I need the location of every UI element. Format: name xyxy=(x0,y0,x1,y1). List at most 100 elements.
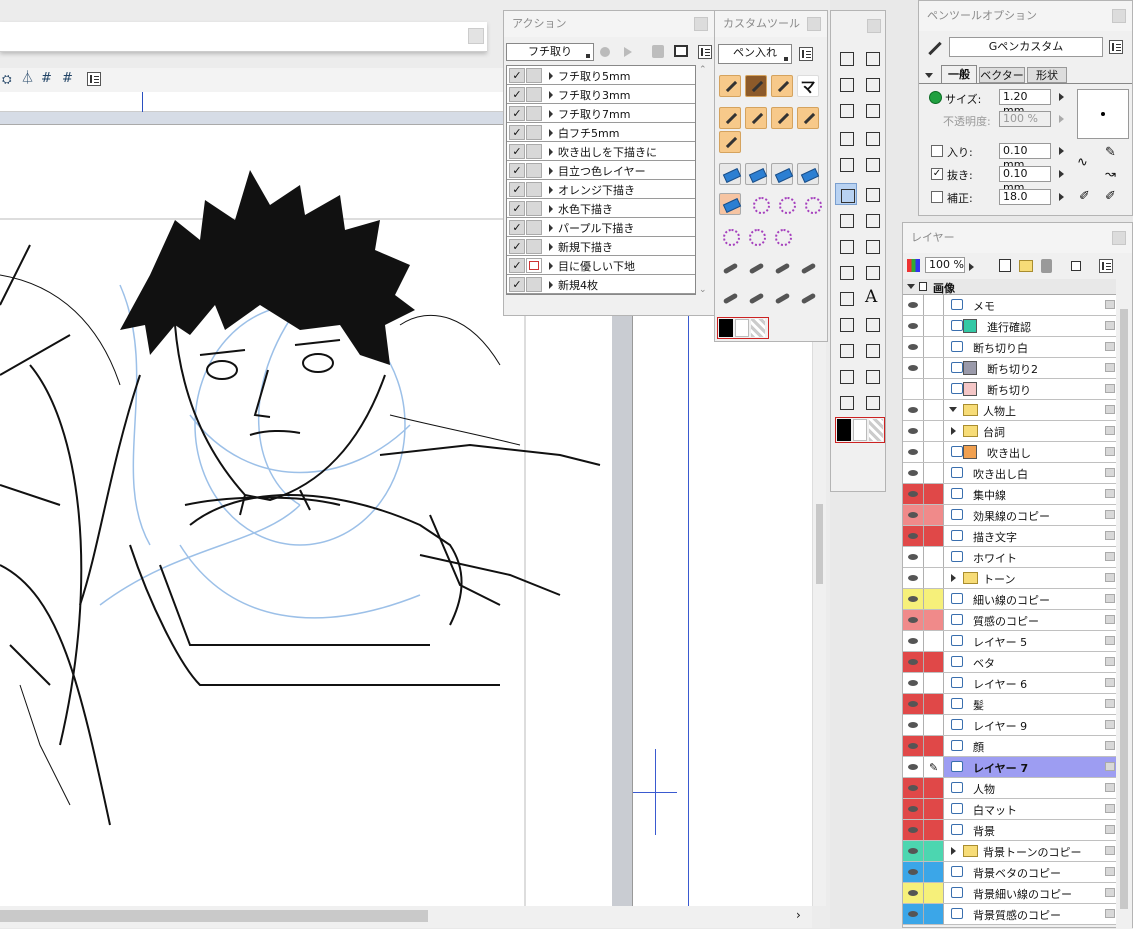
layer-color-tag[interactable] xyxy=(924,904,944,924)
action-enabled-checkbox[interactable]: ✓ xyxy=(509,125,525,140)
layer-menu-icon[interactable] xyxy=(1105,468,1115,477)
kabura-pen-tool-icon[interactable] xyxy=(771,75,793,97)
eye-icon[interactable] xyxy=(903,778,924,798)
layer-menu-icon[interactable] xyxy=(1105,615,1115,624)
layer-row[interactable]: 細い線のコピー xyxy=(903,589,1116,610)
layer-color-tag[interactable] xyxy=(924,610,944,630)
action-item[interactable]: ✓ 吹き出しを下描きに xyxy=(507,142,695,161)
tab-shape[interactable]: 形状 xyxy=(1027,67,1067,83)
action-item[interactable]: ✓ 白フチ5mm xyxy=(507,123,695,142)
action-item[interactable]: ✓ 新規4枚 xyxy=(507,275,695,294)
layer-row[interactable]: 集中線 xyxy=(903,484,1116,505)
color-swatches[interactable] xyxy=(717,317,769,339)
magic-wand-icon[interactable] xyxy=(835,73,857,95)
pattern-brush-icon[interactable] xyxy=(861,261,883,283)
eye-icon[interactable] xyxy=(903,463,924,483)
expand-arrow-icon[interactable] xyxy=(549,281,553,289)
layer-row[interactable]: レイヤー 5 xyxy=(903,631,1116,652)
lock-icon[interactable] xyxy=(1071,261,1081,271)
layer-row[interactable]: トーン xyxy=(903,568,1116,589)
layers-scrollbar[interactable] xyxy=(1116,279,1132,929)
layer-menu-icon[interactable] xyxy=(1105,846,1115,855)
g-pen-tool-icon[interactable] xyxy=(719,75,741,97)
eye-icon[interactable] xyxy=(903,694,924,714)
action-dialog-toggle[interactable] xyxy=(526,277,542,292)
action-dialog-toggle[interactable] xyxy=(526,87,542,102)
layer-row[interactable]: 描き文字 xyxy=(903,526,1116,547)
layer-menu-icon[interactable] xyxy=(1105,321,1115,330)
layer-menu-icon[interactable] xyxy=(1105,363,1115,372)
grid-small-icon[interactable]: # xyxy=(62,72,76,86)
eye-icon[interactable] xyxy=(903,568,924,588)
eye-icon[interactable] xyxy=(903,484,924,504)
correction-checkbox[interactable] xyxy=(931,191,943,203)
eye-icon[interactable] xyxy=(903,316,924,336)
rect-select-icon[interactable] xyxy=(835,47,857,69)
action-enabled-checkbox[interactable]: ✓ xyxy=(509,258,525,273)
action-item[interactable]: ✓ 目に優しい下地 xyxy=(507,256,695,275)
layer-color-tag[interactable] xyxy=(924,421,944,441)
in-arrow-icon[interactable] xyxy=(1059,147,1064,155)
action-item[interactable]: ✓ フチ取り5mm xyxy=(507,66,695,85)
layer-menu-icon[interactable] xyxy=(1105,510,1115,519)
object-select-icon[interactable] xyxy=(861,73,883,95)
layer-color-tag[interactable] xyxy=(924,379,944,399)
pen-icon[interactable] xyxy=(835,183,857,205)
layer-opacity-field[interactable]: 100 % xyxy=(925,257,965,273)
layer-menu-icon[interactable] xyxy=(1105,804,1115,813)
layer-menu-icon[interactable] xyxy=(1105,405,1115,414)
layer-row[interactable]: 質感のコピー xyxy=(903,610,1116,631)
pencil-icon[interactable] xyxy=(861,183,883,205)
opacity-dropdown-icon[interactable] xyxy=(969,263,974,271)
actions-scrollbar[interactable]: ⌃ ⌄ xyxy=(696,65,712,295)
transform-icon[interactable] xyxy=(861,153,883,175)
layer-color-tag[interactable] xyxy=(924,547,944,567)
layer-row[interactable]: 吹き出し xyxy=(903,442,1116,463)
document-close-button[interactable] xyxy=(468,28,484,44)
brush-tool-icon-8[interactable] xyxy=(797,287,819,309)
layer-menu-icon[interactable] xyxy=(1105,636,1115,645)
ruler-icon[interactable] xyxy=(835,127,857,149)
expand-arrow-icon[interactable] xyxy=(549,72,553,80)
expand-arrow-icon[interactable] xyxy=(549,148,553,156)
tone-brush-icon-2[interactable] xyxy=(775,193,797,215)
eye-icon[interactable] xyxy=(903,547,924,567)
expand-arrow-icon[interactable] xyxy=(549,224,553,232)
expand-arrow-icon[interactable] xyxy=(549,110,553,118)
layer-row[interactable]: 背景トーンのコピー xyxy=(903,841,1116,862)
pen-tool-icon-9[interactable] xyxy=(719,131,741,153)
rect-shape-icon[interactable] xyxy=(861,313,883,335)
layer-menu-icon[interactable] xyxy=(1105,657,1115,666)
move-icon[interactable] xyxy=(861,127,883,149)
layer-row[interactable]: 断ち切り白 xyxy=(903,337,1116,358)
layer-color-tag[interactable] xyxy=(924,862,944,882)
hand-icon[interactable] xyxy=(835,391,857,413)
tone-brush-icon-5[interactable] xyxy=(745,225,767,247)
actions-panel-close-button[interactable] xyxy=(694,17,708,31)
canvas-menu-icon[interactable] xyxy=(87,72,101,86)
action-enabled-checkbox[interactable]: ✓ xyxy=(509,201,525,216)
horizontal-scrollbar[interactable]: › xyxy=(0,906,812,928)
action-enabled-checkbox[interactable]: ✓ xyxy=(509,68,525,83)
eraser-icon[interactable] xyxy=(861,209,883,231)
layer-menu-icon[interactable] xyxy=(1105,867,1115,876)
expand-arrow-icon[interactable] xyxy=(549,186,553,194)
layer-color-tag[interactable] xyxy=(924,568,944,588)
layer-menu-icon[interactable] xyxy=(1105,699,1115,708)
airbrush-icon[interactable] xyxy=(861,235,883,257)
layer-row[interactable]: 進行確認 xyxy=(903,316,1116,337)
tool-palette-close-button[interactable] xyxy=(867,19,881,33)
tone-brush-icon-6[interactable] xyxy=(771,225,793,247)
record-icon[interactable] xyxy=(600,47,610,57)
custom-tool-set-select[interactable]: ペン入れ xyxy=(718,44,792,64)
size-field[interactable]: 1.20 mm xyxy=(999,89,1051,117)
layer-row[interactable]: 背景細い線のコピー xyxy=(903,883,1116,904)
eraser-tool-icon-3[interactable] xyxy=(771,163,793,185)
layer-color-tag[interactable] xyxy=(924,337,944,357)
eye-icon[interactable] xyxy=(903,841,924,861)
layer-color-tag[interactable] xyxy=(924,673,944,693)
eraser-tool-icon-5[interactable] xyxy=(719,193,741,215)
text-tool-icon[interactable]: A xyxy=(865,287,877,307)
eraser-tool-icon-1[interactable] xyxy=(719,163,741,185)
layer-row[interactable]: 背景質感のコピー xyxy=(903,904,1116,925)
